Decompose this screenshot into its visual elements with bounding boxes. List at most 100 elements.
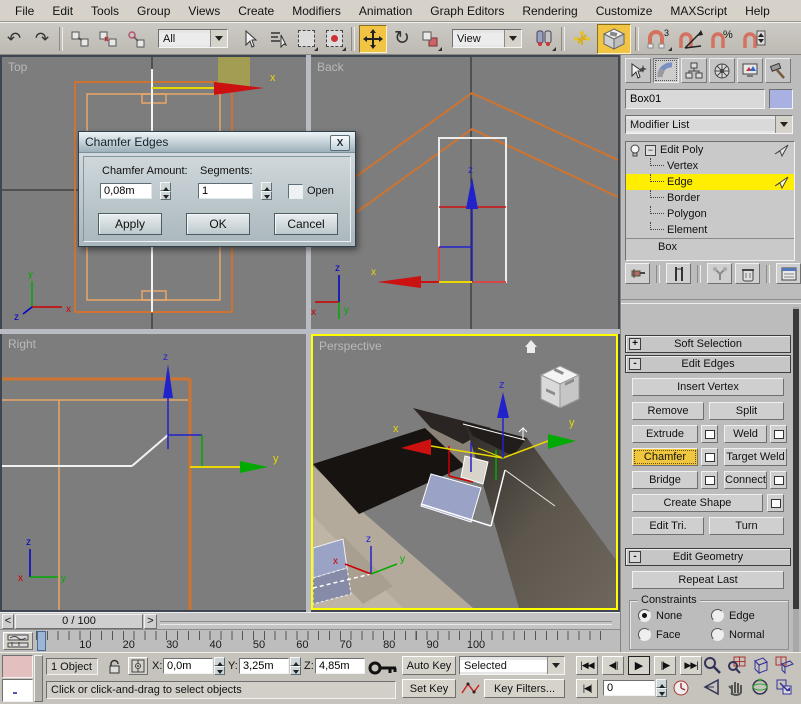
next-frame-button[interactable]: ||▶ [654, 656, 676, 675]
undo-button[interactable]: ↶ [1, 26, 27, 52]
window-crossing-button[interactable] [321, 26, 347, 52]
spinner-snap-button[interactable] [739, 26, 769, 52]
stack-row-base-object[interactable]: Box [626, 238, 794, 255]
go-to-start-button[interactable]: |◀◀ [576, 656, 598, 675]
viewport-right[interactable]: Right z y z x y [2, 334, 306, 610]
macro-recorder-pane[interactable] [2, 655, 33, 678]
chamfer-button[interactable]: Chamfer [632, 448, 698, 466]
stack-sub-level-element[interactable]: Element [626, 222, 794, 238]
bridge-button[interactable]: Bridge [632, 471, 698, 489]
split-button[interactable]: Split [709, 402, 784, 420]
extrude-button[interactable]: Extrude [632, 425, 698, 443]
coord-x-spinner[interactable] [214, 657, 225, 675]
stack-sub-level-polygon[interactable]: Polygon [626, 206, 794, 222]
set-keys-button[interactable] [368, 655, 398, 681]
menu-create[interactable]: Create [229, 2, 283, 20]
menu-edit[interactable]: Edit [43, 2, 82, 20]
menu-rendering[interactable]: Rendering [513, 2, 586, 20]
time-slider-prev-button[interactable]: < [2, 614, 14, 629]
show-end-result-button[interactable] [666, 263, 691, 284]
modifier-list-dropdown[interactable]: Modifier List [625, 115, 793, 134]
menu-file[interactable]: File [6, 2, 43, 20]
tab-hierarchy[interactable] [681, 58, 707, 83]
coord-y-spinner[interactable] [290, 657, 301, 675]
set-key-button[interactable]: Set Key [402, 679, 456, 698]
selection-lock-toggle[interactable] [104, 657, 124, 675]
absolute-offset-toggle[interactable] [128, 657, 148, 675]
viewport-perspective[interactable]: Perspective [311, 334, 618, 610]
repeat-last-button[interactable]: Repeat Last [632, 571, 784, 589]
remove-button[interactable]: Remove [632, 402, 704, 420]
reference-coord-dropdown[interactable]: View [452, 29, 522, 48]
stack-sub-level-border[interactable]: Border [626, 190, 794, 206]
radio-icon[interactable] [638, 628, 651, 641]
bind-to-spacewarp-button[interactable] [123, 26, 149, 52]
key-tangents-button[interactable] [460, 680, 480, 698]
tab-utilities[interactable] [765, 58, 791, 83]
weld-settings-button[interactable] [770, 425, 787, 443]
mini-listener-pane[interactable] [2, 679, 33, 702]
stack-row-edit-poly[interactable]: − Edit Poly [626, 142, 794, 158]
play-button[interactable]: ▶ [628, 656, 650, 675]
redo-button[interactable]: ↷ [29, 26, 55, 52]
selection-set-dropdown[interactable]: Selected [459, 656, 565, 675]
go-to-end-button[interactable]: ▶▶| [680, 656, 702, 675]
configure-modifier-sets-button[interactable] [776, 263, 801, 284]
rollout-soft-selection[interactable]: + Soft Selection [625, 335, 791, 353]
remove-modifier-button[interactable] [735, 263, 760, 284]
stack-sub-level-vertex[interactable]: Vertex [626, 158, 794, 174]
viewport-back[interactable]: Back z x z x [311, 57, 618, 329]
min-max-toggle-button[interactable] [774, 677, 798, 699]
select-and-scale-button[interactable] [417, 26, 443, 52]
object-name-field[interactable] [625, 89, 765, 109]
rollout-expand-icon[interactable]: + [629, 338, 641, 350]
connect-settings-button[interactable] [770, 471, 787, 489]
open-checkbox[interactable] [288, 184, 303, 199]
unlink-button[interactable] [95, 26, 121, 52]
panel-scrollbar[interactable] [793, 307, 799, 652]
ok-button[interactable]: OK [186, 213, 250, 235]
menu-tools[interactable]: Tools [82, 2, 128, 20]
connect-button[interactable]: Connect [724, 471, 767, 489]
menu-views[interactable]: Views [179, 2, 229, 20]
stack-sub-level-edge[interactable]: Edge [626, 174, 794, 190]
key-filters-button[interactable]: Key Filters... [484, 679, 565, 698]
create-shape-settings-button[interactable] [767, 494, 784, 512]
auto-key-button[interactable]: Auto Key [402, 656, 456, 675]
rectangular-selection-button[interactable] [293, 26, 319, 52]
constraint-option-normal[interactable]: Normal [711, 628, 784, 641]
dialog-close-button[interactable]: X [330, 135, 350, 151]
snaps-toggle-button[interactable]: 3 [643, 26, 673, 52]
constraint-option-none[interactable]: None [638, 609, 711, 622]
pan-button[interactable] [726, 677, 750, 699]
tab-modify[interactable] [653, 58, 679, 83]
angle-snap-button[interactable] [675, 26, 705, 52]
menu-animation[interactable]: Animation [350, 2, 421, 20]
previous-frame-button[interactable]: ◀|| [602, 656, 624, 675]
select-and-manipulate-button[interactable] [569, 26, 595, 52]
tab-display[interactable] [737, 58, 763, 83]
tab-motion[interactable] [709, 58, 735, 83]
rollout-collapse-icon[interactable]: - [629, 358, 641, 370]
constraint-option-edge[interactable]: Edge [711, 609, 784, 622]
radio-icon[interactable] [638, 609, 651, 622]
bridge-settings-button[interactable] [701, 471, 718, 489]
zoom-all-button[interactable] [726, 655, 750, 677]
chamfer-amount-spinner[interactable] [160, 182, 171, 200]
select-and-link-button[interactable] [67, 26, 93, 52]
time-slider-handle[interactable]: 0 / 100 [15, 614, 143, 629]
zoom-button[interactable] [702, 655, 726, 677]
track-bar-ruler[interactable] [36, 631, 602, 640]
object-color-swatch[interactable] [769, 89, 793, 109]
time-slider-next-button[interactable]: > [144, 614, 157, 629]
radio-icon[interactable] [711, 609, 724, 622]
menu-customize[interactable]: Customize [587, 2, 662, 20]
listener-splitter[interactable] [34, 655, 43, 702]
arc-rotate-button[interactable] [750, 677, 774, 699]
turn-button[interactable]: Turn [709, 517, 784, 535]
keyboard-override-toggle[interactable] [597, 24, 631, 54]
current-frame-marker[interactable] [37, 631, 46, 651]
weld-button[interactable]: Weld [724, 425, 767, 443]
current-frame-field[interactable] [603, 680, 655, 696]
select-by-name-button[interactable] [265, 26, 291, 52]
